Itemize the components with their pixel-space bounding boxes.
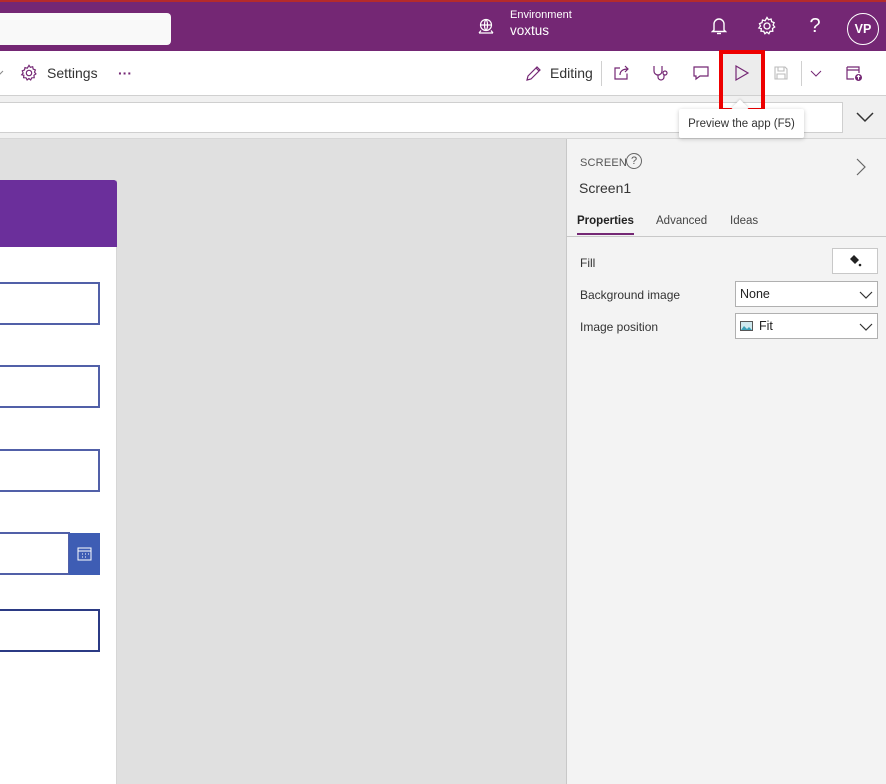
editing-button[interactable]: Editing <box>525 51 593 95</box>
chevron-down-icon <box>810 70 822 77</box>
save-button[interactable] <box>773 51 789 95</box>
chevron-down-icon <box>859 291 873 299</box>
chevron-down-icon <box>859 323 873 331</box>
environment-label: Environment <box>510 9 572 21</box>
share-button[interactable] <box>613 51 631 95</box>
search-input[interactable] <box>0 13 171 45</box>
settings-command[interactable]: Settings <box>20 51 98 95</box>
environment-name: voxtus <box>510 23 550 38</box>
form-field[interactable] <box>0 282 100 325</box>
fill-color-button[interactable] <box>832 248 878 274</box>
share-icon <box>614 65 629 80</box>
chevron-down-icon[interactable] <box>0 51 4 95</box>
bell-icon <box>711 18 727 35</box>
app-header-bar[interactable] <box>0 180 117 247</box>
background-image-label: Background image <box>580 288 681 302</box>
collapse-pane-button[interactable] <box>855 157 871 177</box>
date-field[interactable] <box>0 532 70 575</box>
globe-icon <box>478 18 494 34</box>
image-position-value: Fit <box>759 319 773 333</box>
settings-label: Settings <box>47 65 98 81</box>
background-image-value: None <box>740 287 770 301</box>
tab-list: Properties Advanced Ideas <box>567 210 886 237</box>
pencil-icon <box>526 65 541 81</box>
settings-button[interactable] <box>755 14 779 38</box>
top-bar: Environment voxtus ? VP <box>0 0 886 51</box>
chevron-right-icon <box>856 158 866 176</box>
gear-icon <box>20 64 37 81</box>
help-icon: ? <box>809 14 821 37</box>
divider <box>801 61 802 86</box>
calendar-icon <box>77 547 92 561</box>
properties-pane: SCREEN ? Screen1 Properties Advanced Ide… <box>566 139 886 784</box>
avatar[interactable]: VP <box>847 13 879 45</box>
chevron-down-icon <box>856 112 874 123</box>
form-field[interactable] <box>0 609 100 652</box>
publish-button[interactable] <box>845 51 863 95</box>
more-button[interactable]: ··· <box>118 51 132 95</box>
more-icon: ··· <box>118 65 132 81</box>
notifications-button[interactable] <box>707 14 731 38</box>
paint-bucket-icon <box>850 255 862 268</box>
stethoscope-icon <box>653 66 668 81</box>
date-picker-button[interactable] <box>69 533 100 575</box>
save-icon <box>774 66 788 80</box>
publish-icon <box>846 66 862 81</box>
background-image-dropdown[interactable]: None <box>735 281 878 307</box>
form-field[interactable] <box>0 449 100 492</box>
gear-icon <box>757 16 776 35</box>
fill-label: Fill <box>580 256 596 270</box>
app-checker-button[interactable] <box>652 51 670 95</box>
help-icon[interactable]: ? <box>626 153 642 169</box>
tab-ideas[interactable]: Ideas <box>730 215 758 233</box>
editing-label: Editing <box>550 65 593 81</box>
help-button[interactable]: ? <box>803 14 827 38</box>
comment-icon <box>693 66 709 81</box>
tooltip: Preview the app (F5) <box>679 109 804 138</box>
tab-properties[interactable]: Properties <box>577 215 634 235</box>
comments-button[interactable] <box>692 51 710 95</box>
formula-expand-button[interactable] <box>852 104 878 130</box>
divider <box>601 61 602 86</box>
form-field[interactable] <box>0 365 100 408</box>
tab-advanced[interactable]: Advanced <box>656 215 707 233</box>
image-icon <box>740 321 753 331</box>
environment-picker[interactable]: Environment voxtus <box>476 8 572 40</box>
screen-name: Screen1 <box>579 180 632 196</box>
save-options-button[interactable] <box>810 51 822 95</box>
image-position-dropdown[interactable]: Fit <box>735 313 878 339</box>
image-position-label: Image position <box>580 320 659 334</box>
section-label: SCREEN <box>580 157 628 169</box>
